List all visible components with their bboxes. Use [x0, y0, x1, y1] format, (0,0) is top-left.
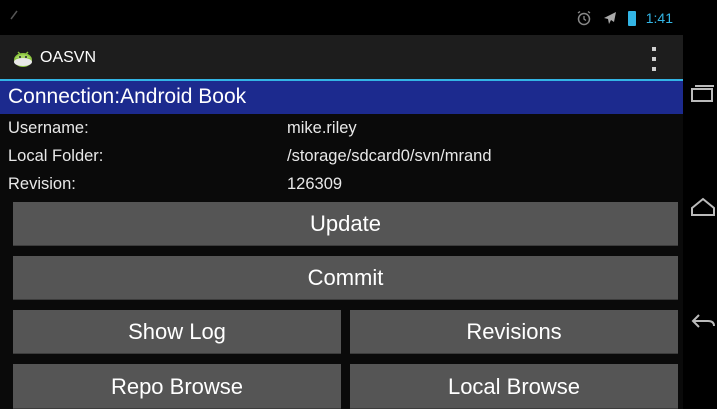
- username-value: mike.riley: [287, 119, 357, 137]
- status-time: 1:41: [645, 10, 673, 26]
- revision-label: Revision:: [8, 175, 76, 193]
- repo-browse-button[interactable]: Repo Browse: [13, 364, 341, 409]
- action-bar: [0, 35, 683, 79]
- overflow-menu-icon[interactable]: [648, 47, 660, 71]
- revision-value: 126309: [287, 175, 343, 193]
- update-button[interactable]: Update: [13, 202, 678, 246]
- commit-button[interactable]: Commit: [13, 256, 678, 300]
- airplane-mode-icon: [602, 10, 618, 26]
- recent-apps-icon[interactable]: [690, 84, 714, 109]
- app-title: OASVN: [40, 49, 97, 66]
- home-icon[interactable]: [690, 196, 716, 223]
- battery-icon: [627, 10, 636, 26]
- back-icon[interactable]: [690, 312, 716, 339]
- local-folder-value: /storage/sdcard0/svn/mrand: [287, 147, 492, 165]
- local-folder-label: Local Folder:: [8, 147, 104, 165]
- status-bar: 1:41: [0, 0, 683, 35]
- alarm-icon: [576, 10, 592, 26]
- app-screen: 1:41 OASVN Connection:Android Book Usern…: [0, 0, 683, 409]
- android-app-icon: [12, 47, 34, 69]
- username-label: Username:: [8, 119, 89, 137]
- revisions-button[interactable]: Revisions: [350, 310, 678, 354]
- connection-title: Connection:Android Book: [8, 85, 247, 108]
- show-log-button[interactable]: Show Log: [13, 310, 341, 354]
- local-browse-button[interactable]: Local Browse: [350, 364, 678, 409]
- status-icons: 1:41: [576, 8, 673, 28]
- signal-icon: [10, 10, 20, 20]
